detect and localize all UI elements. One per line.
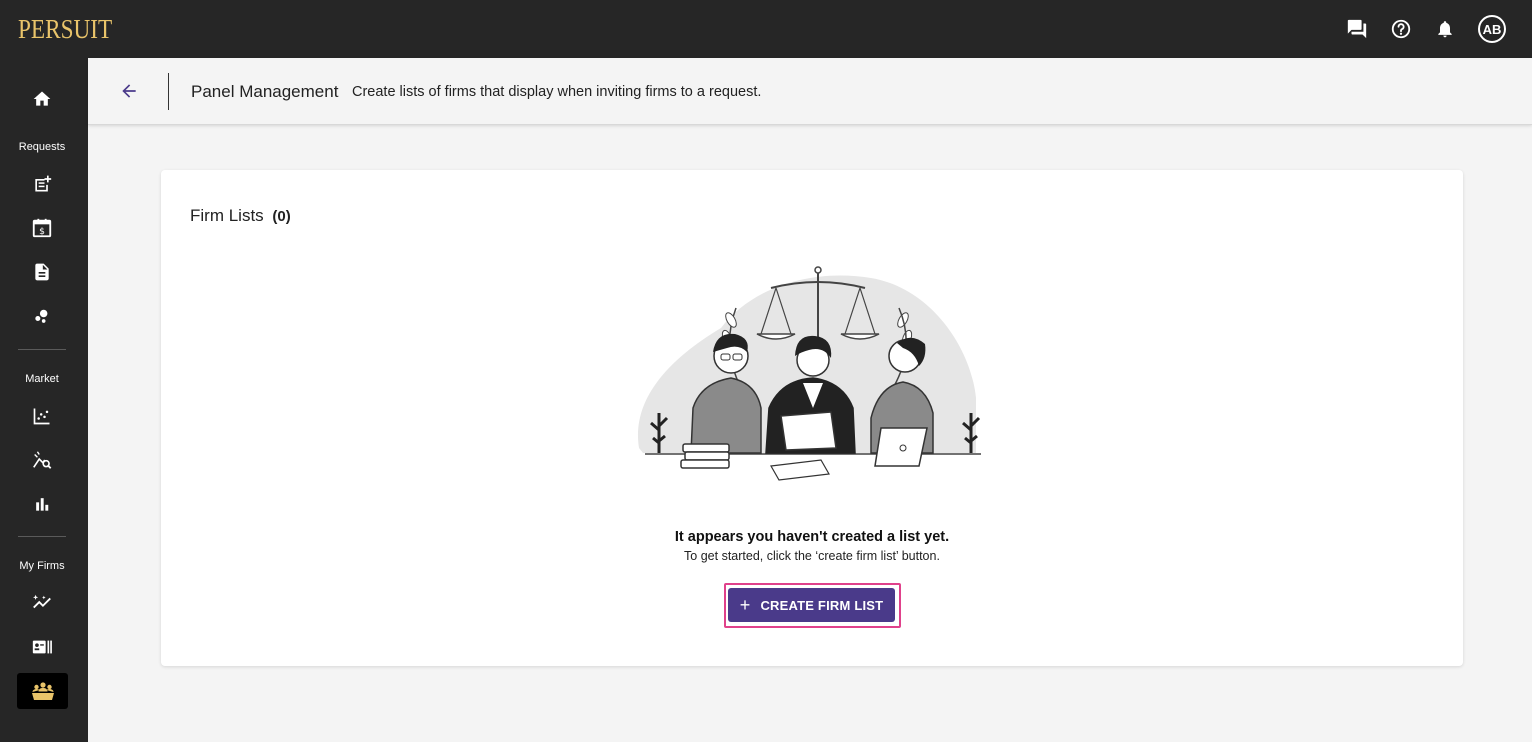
user-avatar[interactable]: AB bbox=[1478, 15, 1506, 43]
panel-management-icon[interactable] bbox=[17, 673, 68, 709]
empty-state-subtext: To get started, click the ‘create firm l… bbox=[684, 549, 940, 563]
notifications-icon[interactable] bbox=[1432, 16, 1458, 42]
firm-cards-icon[interactable] bbox=[28, 633, 56, 661]
help-icon[interactable] bbox=[1388, 16, 1414, 42]
sidebar-section-requests: Requests bbox=[18, 141, 66, 153]
sidebar-section-market: Market bbox=[25, 373, 59, 385]
pricing-calendar-icon[interactable]: $ bbox=[28, 214, 56, 242]
sidebar-divider bbox=[18, 536, 66, 537]
card-title: Firm Lists (0) bbox=[190, 206, 291, 226]
market-search-icon[interactable] bbox=[28, 446, 56, 474]
chat-icon[interactable] bbox=[1344, 16, 1370, 42]
document-icon[interactable] bbox=[28, 258, 56, 286]
firm-lists-card: Firm Lists (0) It appears you haven't cr… bbox=[161, 170, 1463, 666]
card-title-label: Firm Lists bbox=[190, 206, 264, 225]
empty-state-illustration bbox=[631, 248, 997, 484]
home-icon[interactable] bbox=[28, 85, 56, 113]
create-firm-list-label: CREATE FIRM LIST bbox=[760, 597, 884, 613]
svg-text:$: $ bbox=[39, 226, 45, 237]
firms-insights-icon[interactable] bbox=[28, 589, 56, 617]
page-description: Create lists of firms that display when … bbox=[352, 84, 762, 100]
sidebar-section-my-firms: My Firms bbox=[19, 560, 65, 572]
scatter-icon[interactable] bbox=[28, 302, 56, 330]
bar-chart-icon[interactable] bbox=[28, 490, 56, 518]
header-divider bbox=[168, 73, 169, 110]
new-request-icon[interactable] bbox=[28, 170, 56, 198]
page-header: Panel Management Create lists of firms t… bbox=[88, 58, 1532, 125]
top-bar: PERSUIT AB bbox=[0, 0, 1532, 58]
back-arrow-icon[interactable] bbox=[116, 78, 142, 104]
firm-list-count: (0) bbox=[272, 208, 291, 225]
plus-icon: + bbox=[739, 595, 751, 615]
empty-state-heading: It appears you haven't created a list ye… bbox=[674, 529, 950, 545]
sidebar-divider bbox=[18, 349, 66, 350]
sidebar: Requests $ Market My Firms bbox=[0, 58, 88, 742]
persuit-logo[interactable]: PERSUIT bbox=[18, 14, 112, 45]
page-title: Panel Management bbox=[191, 82, 339, 101]
create-firm-list-button[interactable]: + CREATE FIRM LIST bbox=[728, 588, 895, 622]
market-chart-icon[interactable] bbox=[28, 402, 56, 430]
